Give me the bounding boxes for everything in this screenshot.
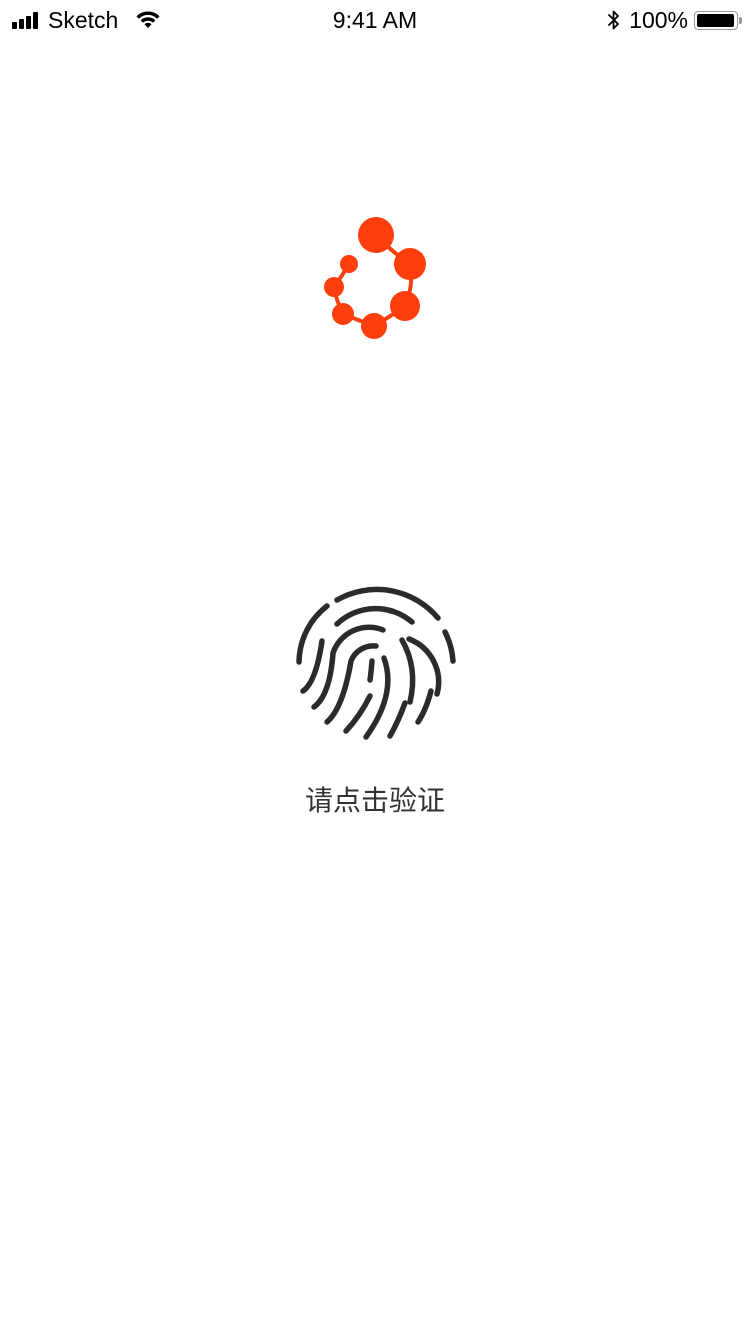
battery-icon — [694, 10, 742, 30]
battery-level-fill — [697, 13, 734, 27]
molecule-logo-icon — [318, 212, 432, 344]
fingerprint-icon[interactable] — [291, 581, 461, 747]
verify-prompt[interactable]: 请点击验证 — [0, 784, 750, 818]
bluetooth-icon — [607, 9, 629, 31]
status-bar: Sketch 9:41 AM 100% — [0, 0, 750, 40]
battery-nub — [739, 16, 742, 24]
battery-percentage: 100% — [629, 7, 688, 33]
status-bar-right: 100% — [607, 6, 742, 34]
